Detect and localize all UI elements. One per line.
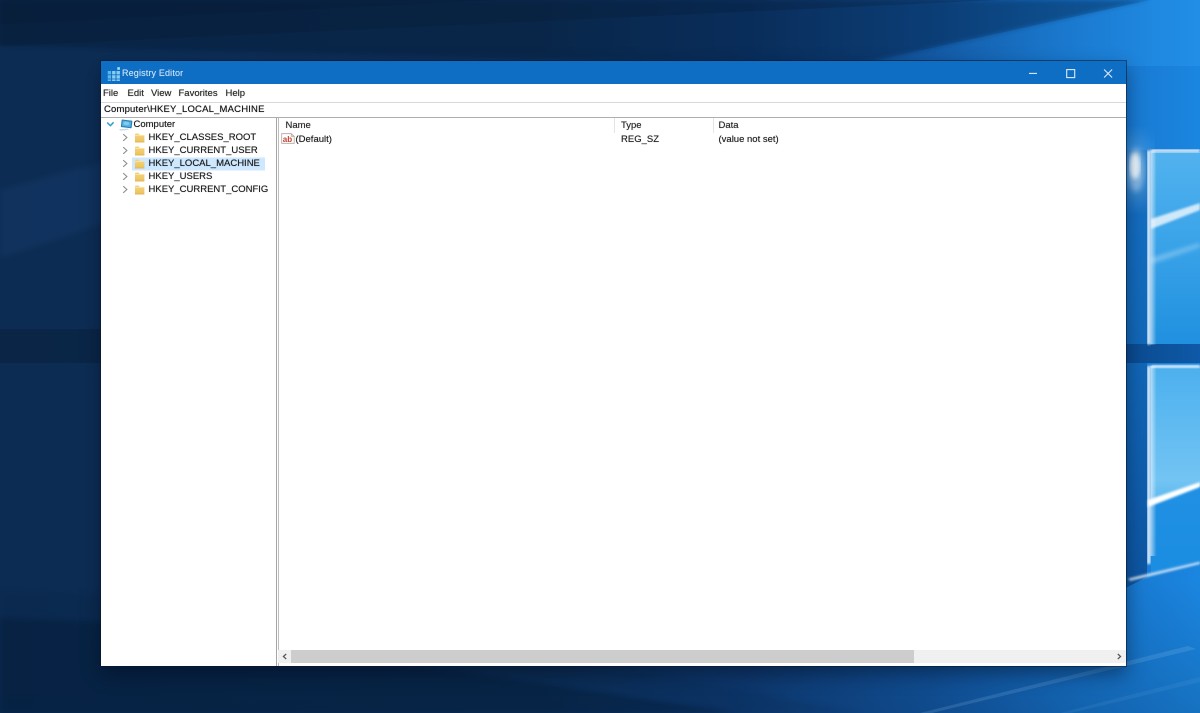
svg-text:ab: ab (282, 135, 291, 144)
